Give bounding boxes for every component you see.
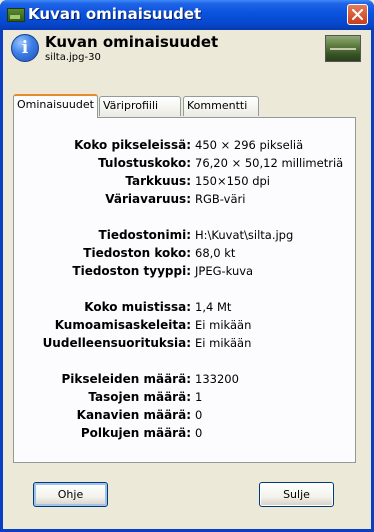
property-label: Tarkkuus: bbox=[125, 174, 191, 188]
property-value: 450 × 296 pikseliä bbox=[195, 138, 304, 152]
close-button[interactable]: Sulje bbox=[259, 482, 334, 507]
property-value: 76,20 × 50,12 millimetriä bbox=[195, 156, 344, 170]
property-row: Uudelleensuorituksia: Ei mikään bbox=[14, 336, 357, 353]
property-value: JPEG-kuva bbox=[195, 264, 254, 278]
property-label: Kanavien määrä: bbox=[76, 408, 191, 422]
property-value: 68,0 kt bbox=[195, 246, 236, 260]
property-label: Tiedoston koko: bbox=[83, 246, 191, 260]
property-row: Kumoamisaskeleita: Ei mikään bbox=[14, 318, 357, 335]
property-value: Ei mikään bbox=[195, 318, 252, 332]
tab-comment[interactable]: Kommentti bbox=[183, 96, 259, 116]
property-label: Tiedostonimi: bbox=[98, 228, 191, 242]
property-value: 133200 bbox=[195, 372, 239, 386]
property-label: Uudelleensuorituksia: bbox=[42, 336, 191, 350]
property-value: 150×150 dpi bbox=[195, 174, 270, 188]
tab-label: Väriprofiili bbox=[103, 99, 159, 112]
property-row: Tiedoston tyyppi: JPEG-kuva bbox=[14, 264, 357, 281]
property-value: RGB-väri bbox=[195, 192, 246, 206]
help-button-label: Ohje bbox=[57, 488, 84, 501]
title-bar[interactable]: Kuvan ominaisuudet bbox=[0, 0, 374, 30]
close-button-label: Sulje bbox=[283, 488, 310, 501]
tab-properties[interactable]: Ominaisuudet bbox=[13, 94, 98, 118]
tab-label: Ominaisuudet bbox=[17, 98, 94, 111]
window-title: Kuvan ominaisuudet bbox=[28, 5, 202, 23]
property-row: Tasojen määrä: 1 bbox=[14, 390, 357, 407]
dialog-header: i Kuvan ominaisuudet silta.jpg-30 bbox=[3, 30, 371, 68]
property-row: Koko pikseleissä: 450 × 296 pikseliä bbox=[14, 138, 357, 155]
property-value: 1 bbox=[195, 390, 203, 404]
property-row: Kanavien määrä: 0 bbox=[14, 408, 357, 425]
header-subtitle: silta.jpg-30 bbox=[45, 52, 101, 63]
property-label: Pikseleiden määrä: bbox=[61, 372, 192, 386]
close-icon bbox=[352, 9, 363, 20]
header-title: Kuvan ominaisuudet bbox=[45, 33, 219, 51]
tab-color-profile[interactable]: Väriprofiili bbox=[99, 96, 181, 116]
help-button[interactable]: Ohje bbox=[33, 482, 108, 507]
property-label: Tiedoston tyyppi: bbox=[72, 264, 191, 278]
image-icon bbox=[7, 8, 25, 22]
property-label: Tasojen määrä: bbox=[88, 390, 191, 404]
image-thumbnail bbox=[325, 35, 361, 62]
property-value: 0 bbox=[195, 408, 203, 422]
property-label: Koko muistissa: bbox=[84, 300, 191, 314]
property-row: Koko muistissa: 1,4 Mt bbox=[14, 300, 357, 317]
tab-label: Kommentti bbox=[187, 99, 248, 112]
property-label: Tulostuskoko: bbox=[98, 156, 191, 170]
property-row: Tiedostonimi: H:\Kuvat\silta.jpg bbox=[14, 228, 357, 245]
property-row: Tarkkuus: 150×150 dpi bbox=[14, 174, 357, 191]
property-label: Polkujen määrä: bbox=[80, 426, 191, 440]
property-row: Pikseleiden määrä: 133200 bbox=[14, 372, 357, 389]
property-row: Väriavaruus: RGB-väri bbox=[14, 192, 357, 209]
property-value: Ei mikään bbox=[195, 336, 252, 350]
property-row: Tiedoston koko: 68,0 kt bbox=[14, 246, 357, 263]
property-value: 1,4 Mt bbox=[195, 300, 232, 314]
info-icon: i bbox=[11, 34, 39, 62]
close-window-button[interactable] bbox=[347, 4, 368, 25]
property-value: H:\Kuvat\silta.jpg bbox=[195, 228, 294, 242]
properties-panel: Koko pikseleissä: 450 × 296 pikseliä Tulo… bbox=[13, 117, 356, 463]
property-label: Koko pikseleissä: bbox=[74, 138, 191, 152]
property-label: Väriavaruus: bbox=[105, 192, 191, 206]
property-value: 0 bbox=[195, 426, 203, 440]
property-row: Polkujen määrä: 0 bbox=[14, 426, 357, 443]
property-row: Tulostuskoko: 76,20 × 50,12 millimetriä bbox=[14, 156, 357, 173]
property-label: Kumoamisaskeleita: bbox=[54, 318, 191, 332]
